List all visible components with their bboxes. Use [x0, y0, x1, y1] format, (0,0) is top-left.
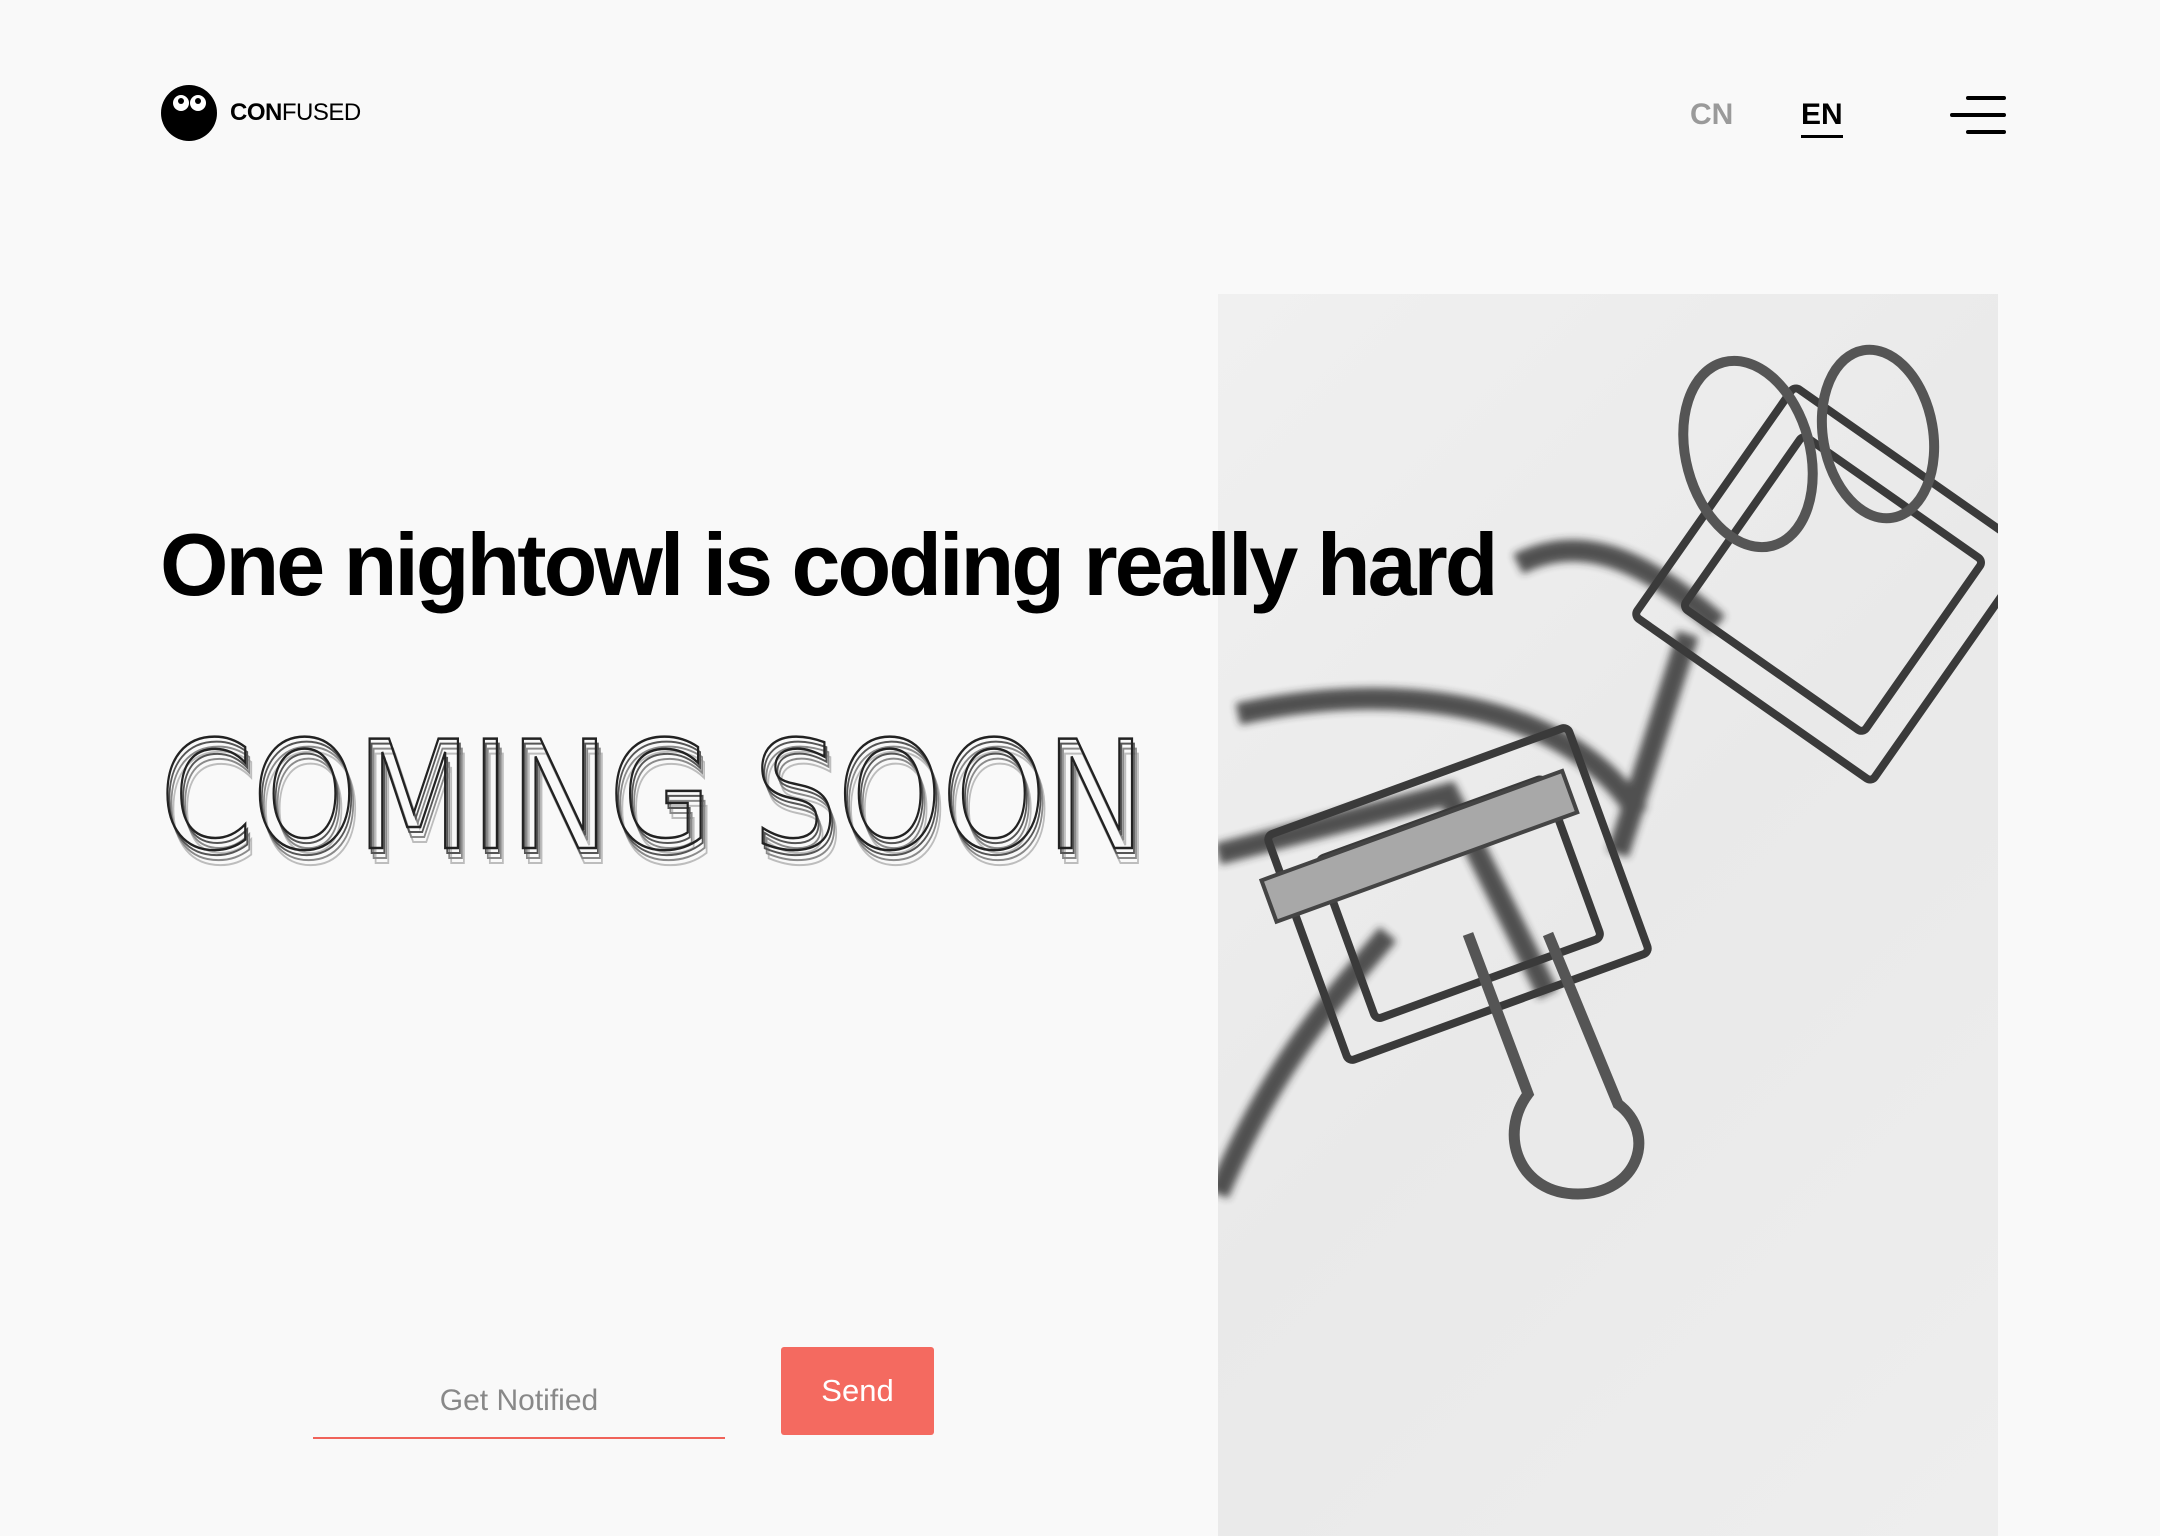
owl-logo-icon	[161, 85, 217, 141]
send-button[interactable]: Send	[781, 1347, 934, 1435]
brand-logo[interactable]: CONFUSED	[161, 85, 361, 141]
binder-clips-photo	[1218, 294, 1998, 1536]
brand-name-light: FUSED	[281, 99, 361, 126]
coming-soon-text: COMING SOON	[160, 710, 1145, 884]
notify-email-input[interactable]	[313, 1365, 725, 1439]
brand-name: CONFUSED	[230, 85, 361, 141]
hero-headline: One nightowl is coding really hard	[160, 515, 1499, 614]
language-cn-link[interactable]: CN	[1690, 97, 1733, 133]
language-en-link[interactable]: EN	[1801, 97, 1843, 138]
brand-name-bold: CON	[230, 99, 282, 126]
hamburger-menu-icon[interactable]	[1950, 94, 2006, 136]
coming-soon-title: COMING SOON COMING SOON COMING SOON COMI…	[159, 705, 1160, 900]
